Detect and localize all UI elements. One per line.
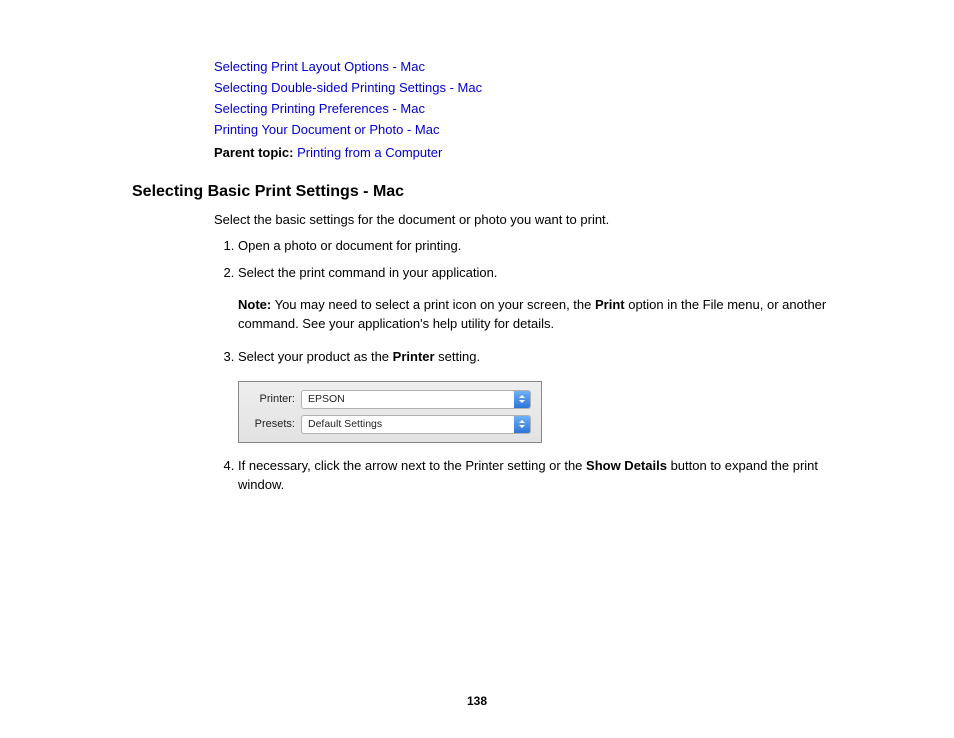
link-double-sided[interactable]: Selecting Double-sided Printing Settings… — [214, 79, 834, 98]
step-1: Open a photo or document for printing. — [238, 237, 834, 256]
printer-select[interactable]: EPSON — [301, 390, 531, 409]
step-3-after: setting. — [435, 349, 481, 364]
printer-value: EPSON — [302, 392, 514, 407]
note-block: Note: You may need to select a print ico… — [238, 296, 834, 334]
parent-topic-label: Parent topic: — [214, 145, 293, 160]
step-3: Select your product as the Printer setti… — [238, 348, 834, 443]
steps-list: Open a photo or document for printing. S… — [214, 237, 834, 495]
printer-row: Printer: EPSON — [249, 390, 531, 409]
step-3-before: Select your product as the — [238, 349, 393, 364]
step-2: Select the print command in your applica… — [238, 264, 834, 335]
step-3-bold: Printer — [393, 349, 435, 364]
select-arrows-icon — [514, 416, 530, 433]
page-number: 138 — [0, 694, 954, 708]
step-4: If necessary, click the arrow next to th… — [238, 457, 834, 495]
printer-label: Printer: — [249, 392, 301, 408]
link-printing-document[interactable]: Printing Your Document or Photo - Mac — [214, 121, 834, 140]
link-print-layout[interactable]: Selecting Print Layout Options - Mac — [214, 58, 834, 77]
link-printing-preferences[interactable]: Selecting Printing Preferences - Mac — [214, 100, 834, 119]
note-before: You may need to select a print icon on y… — [271, 297, 595, 312]
select-arrows-icon — [514, 391, 530, 408]
presets-row: Presets: Default Settings — [249, 415, 531, 434]
mac-print-dialog: Printer: EPSON Presets: Default Set — [238, 381, 542, 443]
page-heading: Selecting Basic Print Settings - Mac — [132, 183, 834, 201]
intro-text: Select the basic settings for the docume… — [214, 211, 834, 229]
presets-label: Presets: — [249, 417, 301, 433]
step-4-bold: Show Details — [586, 458, 667, 473]
step-4-before: If necessary, click the arrow next to th… — [238, 458, 586, 473]
presets-select[interactable]: Default Settings — [301, 415, 531, 434]
print-dialog-screenshot: Printer: EPSON Presets: Default Set — [238, 381, 834, 443]
parent-topic-link[interactable]: Printing from a Computer — [297, 145, 442, 160]
step-2-text: Select the print command in your applica… — [238, 265, 497, 280]
parent-topic: Parent topic: Printing from a Computer — [214, 144, 834, 162]
note-bold-print: Print — [595, 297, 625, 312]
presets-value: Default Settings — [302, 417, 514, 432]
note-label: Note: — [238, 297, 271, 312]
related-links: Selecting Print Layout Options - Mac Sel… — [214, 58, 834, 139]
